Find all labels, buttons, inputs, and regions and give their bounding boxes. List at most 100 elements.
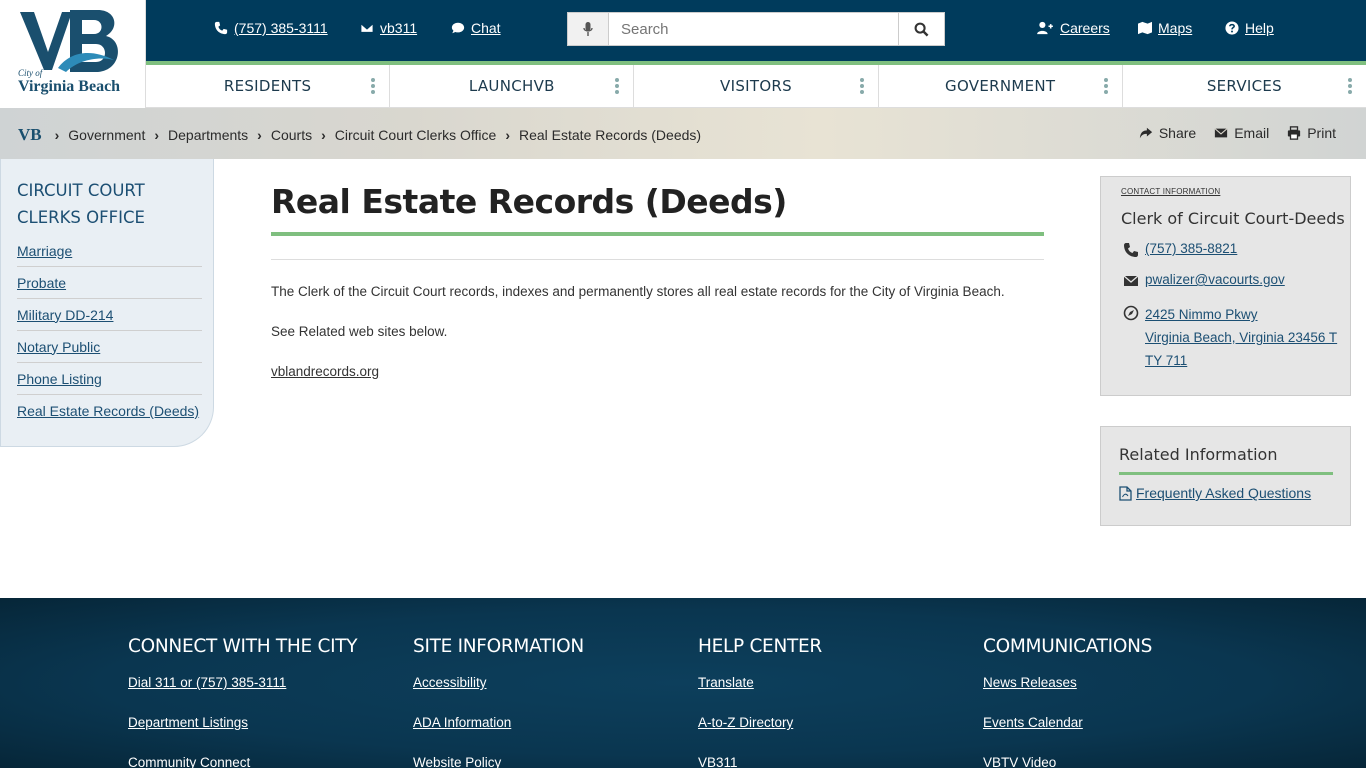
envelope-icon xyxy=(360,23,374,33)
contact-address[interactable]: 2425 Nimmo Pkwy Virginia Beach, Virginia… xyxy=(1123,303,1338,372)
footer-link[interactable]: Events Calendar xyxy=(983,715,1243,755)
more-dots-icon[interactable] xyxy=(1348,78,1353,94)
logo-name-text: Virginia Beach xyxy=(18,78,121,95)
footer-link[interactable]: Community Connect xyxy=(128,755,388,768)
land-records-paragraph: vblandrecords.org xyxy=(271,364,1045,380)
footer-link[interactable]: VBTV Video xyxy=(983,755,1243,768)
careers-link[interactable]: Careers xyxy=(1036,20,1110,36)
sidebar-list: Marriage Probate Military DD-214 Notary … xyxy=(17,235,202,427)
email-label: Email xyxy=(1234,125,1270,141)
nav-item-government[interactable]: GOVERNMENT xyxy=(879,65,1123,107)
sidebar-item-notary: Notary Public xyxy=(17,331,202,363)
nav-item-label: VISITORS xyxy=(720,77,792,95)
chat-link-label: Chat xyxy=(471,20,501,36)
phone-link-label: (757) 385-3111 xyxy=(234,20,328,36)
content-divider xyxy=(271,259,1044,260)
faq-link[interactable]: Frequently Asked Questions xyxy=(1119,485,1311,501)
sidebar-link[interactable]: Phone Listing xyxy=(17,371,102,387)
footer-link[interactable]: Dial 311 or (757) 385-3111 xyxy=(128,675,388,715)
footer-column-help: HELP CENTER Translate A-to-Z Directory V… xyxy=(698,636,958,768)
sidebar-link[interactable]: Military DD-214 xyxy=(17,307,113,323)
print-label: Print xyxy=(1307,125,1336,141)
more-dots-icon[interactable] xyxy=(859,78,864,94)
chevron-right-icon: › xyxy=(505,127,510,143)
email-button[interactable]: Email xyxy=(1214,125,1269,141)
breadcrumb: VB › Government › Departments › Courts ›… xyxy=(18,125,701,145)
chevron-right-icon: › xyxy=(257,127,262,143)
breadcrumb-item[interactable]: Departments xyxy=(168,127,248,143)
footer-link[interactable]: News Releases xyxy=(983,675,1243,715)
print-button[interactable]: Print xyxy=(1287,125,1336,141)
sidebar-item-marriage: Marriage xyxy=(17,235,202,267)
sidebar-link[interactable]: Marriage xyxy=(17,243,72,259)
breadcrumb-banner: VB › Government › Departments › Courts ›… xyxy=(0,108,1366,159)
vb311-link[interactable]: vb311 xyxy=(360,20,417,36)
help-link[interactable]: Help xyxy=(1225,20,1274,36)
top-utility-bar: (757) 385-3111 vb311 Chat Careers Maps H… xyxy=(146,0,1366,61)
maps-link-label: Maps xyxy=(1158,20,1193,36)
related-info-title: Related Information xyxy=(1119,445,1333,475)
main-nav: RESIDENTS LAUNCHVB VISITORS GOVERNMENT S… xyxy=(146,65,1366,108)
contact-phone-link[interactable]: (757) 385-8821 xyxy=(1145,241,1237,256)
breadcrumb-item[interactable]: Circuit Court Clerks Office xyxy=(335,127,497,143)
chevron-right-icon: › xyxy=(321,127,326,143)
nav-item-visitors[interactable]: VISITORS xyxy=(634,65,879,107)
breadcrumb-item[interactable]: Government xyxy=(68,127,145,143)
phone-link[interactable]: (757) 385-3111 xyxy=(214,20,328,36)
envelope-icon xyxy=(1123,275,1139,286)
map-icon xyxy=(1138,21,1152,35)
sidebar-item-phone-listing: Phone Listing xyxy=(17,363,202,395)
nav-item-launchvb[interactable]: LAUNCHVB xyxy=(390,65,635,107)
breadcrumb-item[interactable]: Courts xyxy=(271,127,312,143)
sidebar-title[interactable]: CIRCUIT COURT CLERKS OFFICE xyxy=(17,177,197,231)
sidebar-link[interactable]: Real Estate Records (Deeds) xyxy=(17,403,199,419)
more-dots-icon[interactable] xyxy=(615,78,620,94)
chevron-right-icon: › xyxy=(154,127,160,143)
careers-link-label: Careers xyxy=(1060,20,1110,36)
city-logo[interactable]: City of Virginia Beach xyxy=(0,0,146,108)
footer-link[interactable]: ADA Information xyxy=(413,715,673,755)
nav-item-services[interactable]: SERVICES xyxy=(1123,65,1366,107)
nav-item-label: GOVERNMENT xyxy=(945,77,1056,95)
share-icon xyxy=(1139,127,1152,139)
intro-paragraph: The Clerk of the Circuit Court records, … xyxy=(271,284,1005,299)
title-underline xyxy=(271,232,1044,236)
share-button[interactable]: Share xyxy=(1139,125,1196,141)
help-link-label: Help xyxy=(1245,20,1274,36)
search-button[interactable] xyxy=(899,12,945,46)
nav-item-residents[interactable]: RESIDENTS xyxy=(146,65,391,107)
chat-link[interactable]: Chat xyxy=(451,20,501,36)
land-records-link[interactable]: vblandrecords.org xyxy=(271,364,379,379)
footer-link[interactable]: Translate xyxy=(698,675,958,715)
related-paragraph: See Related web sites below. xyxy=(271,324,448,339)
sidebar-item-probate: Probate xyxy=(17,267,202,299)
contact-phone-row: (757) 385-8821 xyxy=(1123,241,1237,258)
microphone-icon xyxy=(583,21,593,36)
main-content: Real Estate Records (Deeds) The Clerk of… xyxy=(271,160,1045,380)
contact-email-link[interactable]: pwalizer@vacourts.gov xyxy=(1145,272,1285,287)
more-dots-icon[interactable] xyxy=(371,78,376,94)
sidebar-link[interactable]: Notary Public xyxy=(17,339,100,355)
sidebar-link[interactable]: Probate xyxy=(17,275,66,291)
contact-name: Clerk of Circuit Court-Deeds xyxy=(1121,209,1345,228)
footer-link[interactable]: Website Policy xyxy=(413,755,673,768)
section-sidebar: CIRCUIT COURT CLERKS OFFICE Marriage Pro… xyxy=(0,159,214,447)
maps-link[interactable]: Maps xyxy=(1138,20,1192,36)
footer-link[interactable]: Accessibility xyxy=(413,675,673,715)
contact-email-row: pwalizer@vacourts.gov xyxy=(1123,272,1285,289)
voice-search-button[interactable] xyxy=(567,12,609,46)
footer-column-connect: CONNECT WITH THE CITY Dial 311 or (757) … xyxy=(128,636,388,768)
phone-icon xyxy=(214,21,228,35)
footer-link[interactable]: Department Listings xyxy=(128,715,388,755)
search-input[interactable] xyxy=(609,12,899,46)
footer-column-communications: COMMUNICATIONS News Releases Events Cale… xyxy=(983,636,1243,768)
contact-info-label[interactable]: CONTACT INFORMATION xyxy=(1121,187,1220,196)
site-footer: CONNECT WITH THE CITY Dial 311 or (757) … xyxy=(0,598,1366,768)
breadcrumb-home-logo[interactable]: VB xyxy=(18,125,42,145)
footer-link[interactable]: A-to-Z Directory xyxy=(698,715,958,755)
phone-icon xyxy=(1124,243,1138,257)
sidebar-item-real-estate: Real Estate Records (Deeds) xyxy=(17,395,202,427)
footer-link[interactable]: VB311 xyxy=(698,755,958,768)
more-dots-icon[interactable] xyxy=(1103,78,1108,94)
related-info-box: Related Information Frequently Asked Que… xyxy=(1100,426,1351,526)
